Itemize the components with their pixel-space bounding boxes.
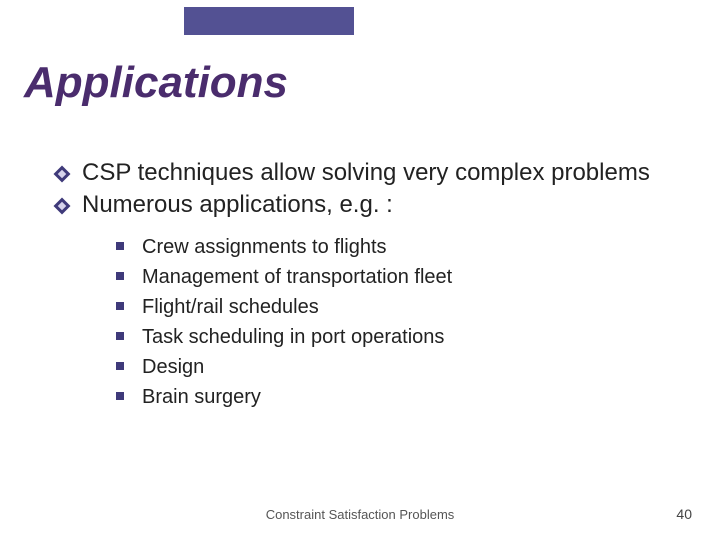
bullet-l2: Flight/rail schedules [116,294,680,320]
bullet-l2-text: Crew assignments to flights [142,234,387,260]
square-bullet-icon [116,272,124,280]
bullet-l2-text: Design [142,354,204,380]
sublist: Crew assignments to flights Management o… [116,234,680,410]
slide-title: Applications [24,58,288,108]
bullet-l2-text: Brain surgery [142,384,261,410]
bullet-l2-text: Flight/rail schedules [142,294,319,320]
square-bullet-icon [116,302,124,310]
decorative-dotted-band [0,0,720,66]
square-bullet-icon [116,392,124,400]
bullet-l1: CSP techniques allow solving very comple… [56,158,680,188]
bullet-l2: Brain surgery [116,384,680,410]
bullet-l1-text: Numerous applications, e.g. : [62,190,393,220]
square-bullet-icon [116,242,124,250]
square-bullet-icon [116,362,124,370]
footer-text: Constraint Satisfaction Problems [0,507,720,522]
decorative-purple-block [184,7,354,35]
bullet-l2: Management of transportation fleet [116,264,680,290]
bullet-l2: Design [116,354,680,380]
bullet-l2-text: Management of transportation fleet [142,264,452,290]
slide-content: CSP techniques allow solving very comple… [56,158,680,414]
bullet-l2: Crew assignments to flights [116,234,680,260]
bullet-l2-text: Task scheduling in port operations [142,324,444,350]
bullet-l1-text: CSP techniques allow solving very comple… [62,158,650,188]
bullet-l1: Numerous applications, e.g. : [56,190,680,220]
bullet-l2: Task scheduling in port operations [116,324,680,350]
square-bullet-icon [116,332,124,340]
page-number: 40 [676,506,692,522]
